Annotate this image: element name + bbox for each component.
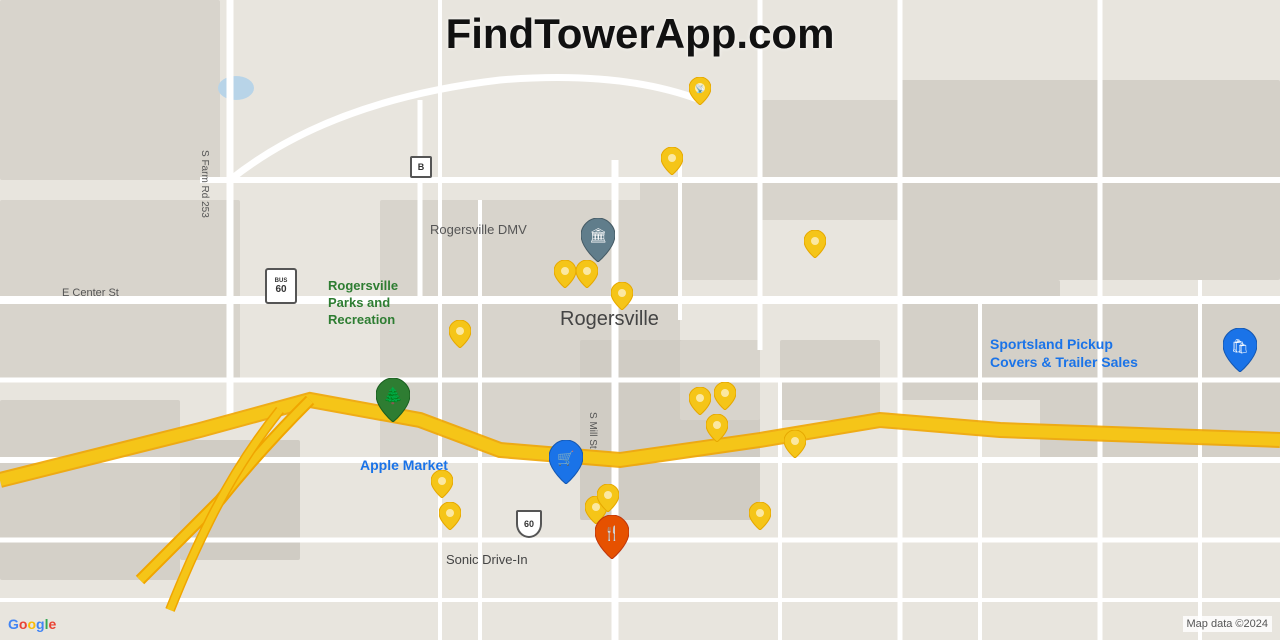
tower-marker-t6[interactable] (611, 282, 633, 310)
svg-text:🏛: 🏛 (589, 227, 607, 243)
tower-marker-t5[interactable] (576, 260, 598, 288)
tower-marker-t7[interactable] (449, 320, 471, 348)
tower-marker-t9[interactable] (714, 382, 736, 410)
tower-marker-t14[interactable] (439, 502, 461, 530)
tower-marker-t1[interactable]: 📡 (689, 77, 711, 105)
tower-marker-t4[interactable] (554, 260, 576, 288)
dmv-marker[interactable]: 🏛 (581, 218, 615, 258)
svg-text:🌲: 🌲 (383, 386, 403, 405)
tower-marker-t10[interactable] (706, 414, 728, 442)
bus-60-sign: BUS 60 (265, 268, 297, 304)
tower-marker-t8[interactable] (689, 387, 711, 415)
svg-text:🍴: 🍴 (603, 525, 620, 542)
svg-text:📡: 📡 (695, 84, 705, 94)
route-b-sign: B (410, 156, 432, 178)
s-mill-st-label: S Mill St (587, 412, 598, 449)
google-logo: Google (8, 616, 56, 632)
rogersville-dmv-label: Rogersville DMV (430, 222, 527, 237)
sonic-label: Sonic Drive-In (446, 552, 528, 567)
sportsland-marker[interactable]: 🛍 (1223, 328, 1257, 368)
s-farm-rd-label: S Farm Rd 253 (199, 150, 210, 218)
tower-marker-t12[interactable] (749, 502, 771, 530)
svg-text:🛒: 🛒 (557, 450, 574, 467)
parks-marker[interactable]: 🌲 (376, 378, 410, 418)
apple-market-marker[interactable]: 🛒 (549, 440, 583, 480)
us-60-shield: 60 (516, 510, 542, 538)
svg-text:🛍: 🛍 (1231, 338, 1249, 354)
map-data-text: Map data ©2024 (1183, 616, 1273, 632)
tower-marker-t16[interactable] (597, 484, 619, 512)
tower-marker-t11[interactable] (784, 430, 806, 458)
page-title: FindTowerApp.com (446, 10, 835, 58)
sonic-marker[interactable]: 🍴 (595, 515, 629, 555)
e-center-st-label: E Center St (62, 287, 119, 299)
sportsland-label: Sportsland PickupCovers & Trailer Sales (990, 335, 1138, 371)
map-container: FindTowerApp.com Rogersville Rogersville… (0, 0, 1280, 640)
tower-marker-t2[interactable] (661, 147, 683, 175)
rogersville-label: Rogersville (560, 308, 659, 331)
tower-marker-t13[interactable] (431, 470, 453, 498)
parks-rec-label: RogersvilleParks andRecreation (328, 278, 398, 329)
tower-marker-t3[interactable] (804, 230, 826, 258)
